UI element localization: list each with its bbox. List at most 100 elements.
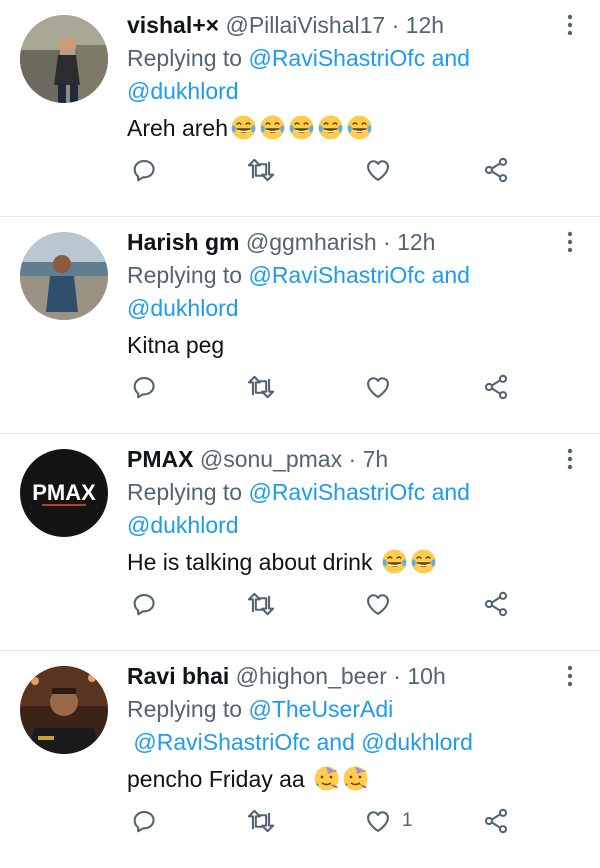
tweet-actions	[128, 152, 518, 188]
mention-link[interactable]: @dukhlord	[361, 729, 473, 755]
face-with-tears-of-joy-icon	[318, 115, 343, 140]
display-name[interactable]: vishal+×	[127, 12, 219, 38]
retweet-button[interactable]	[246, 803, 276, 839]
mention-link[interactable]: @dukhlord	[127, 295, 239, 321]
separator-dot: ·	[391, 12, 400, 38]
retweet-icon	[247, 158, 275, 182]
tweet-text: Areh areh	[127, 111, 560, 145]
tweet-text: He is talking about drink	[127, 545, 560, 579]
more-icon[interactable]	[566, 448, 574, 470]
reply-button[interactable]	[130, 803, 158, 839]
tweet-header: Ravi bhai @highon_beer · 10h	[127, 659, 560, 693]
replying-to: Replying to @RaviShastriOfc and @dukhlor…	[127, 259, 560, 325]
separator-dot: ·	[348, 446, 357, 472]
tweet-header: PMAX @sonu_pmax · 7h	[127, 442, 560, 476]
tweet-body: vishal+× @PillaiVishal17 · 12h Replying …	[127, 8, 560, 145]
reply-button[interactable]	[130, 152, 158, 188]
emoji-group	[379, 549, 437, 575]
mention-link[interactable]: @TheUserAdi	[248, 696, 393, 722]
tweet-text-content: Areh areh	[127, 115, 229, 141]
tweet-body: PMAX @sonu_pmax · 7h Replying to @RaviSh…	[127, 442, 560, 579]
retweet-button[interactable]	[246, 586, 276, 622]
reply-button[interactable]	[130, 586, 158, 622]
reply-feed: vishal+× @PillaiVishal17 · 12h Replying …	[0, 0, 600, 868]
display-name[interactable]: Ravi bhai	[127, 663, 229, 689]
mention-separator: and	[310, 729, 362, 755]
timestamp[interactable]: 10h	[407, 663, 445, 689]
share-button[interactable]	[482, 152, 510, 188]
face-with-tears-of-joy-icon	[347, 115, 372, 140]
reply-button[interactable]	[130, 369, 158, 405]
replying-prefix: Replying to	[127, 479, 243, 505]
share-icon	[484, 374, 508, 400]
reply-icon	[133, 159, 155, 182]
avatar[interactable]: PMAX	[20, 449, 108, 537]
mention-separator: and	[425, 479, 470, 505]
username[interactable]: @highon_beer	[236, 663, 387, 689]
face-with-tears-of-joy-icon	[260, 115, 285, 140]
face-with-tears-of-joy-icon	[411, 549, 436, 574]
username[interactable]: @sonu_pmax	[200, 446, 342, 472]
like-button[interactable]: 1	[364, 803, 413, 839]
timestamp[interactable]: 7h	[363, 446, 389, 472]
heart-icon	[367, 377, 389, 398]
face-with-tears-of-joy-icon	[382, 549, 407, 574]
tweet[interactable]: vishal+× @PillaiVishal17 · 12h Replying …	[0, 0, 600, 217]
replying-prefix: Replying to	[127, 45, 243, 71]
timestamp[interactable]: 12h	[406, 12, 444, 38]
like-button[interactable]	[364, 152, 402, 188]
mention-link[interactable]: @dukhlord	[127, 512, 239, 538]
display-name[interactable]: PMAX	[127, 446, 193, 472]
tweet-actions	[128, 369, 518, 405]
tweet[interactable]: Ravi bhai @highon_beer · 10h Replying to…	[0, 651, 600, 868]
heart-icon	[367, 811, 389, 832]
reply-icon	[133, 376, 155, 399]
timestamp[interactable]: 12h	[397, 229, 435, 255]
mention-link[interactable]: @RaviShastriOfc	[248, 262, 425, 288]
tweet[interactable]: PMAX PMAX @sonu_pmax · 7h Replying to @R…	[0, 434, 600, 651]
tweet-body: Ravi bhai @highon_beer · 10h Replying to…	[127, 659, 560, 796]
retweet-icon	[247, 809, 275, 833]
tweet[interactable]: Harish gm @ggmharish · 12h Replying to @…	[0, 217, 600, 434]
like-button[interactable]	[364, 586, 402, 622]
username[interactable]: @PillaiVishal17	[225, 12, 385, 38]
emoji-group	[311, 766, 369, 792]
share-button[interactable]	[482, 369, 510, 405]
tweet-text-content: He is talking about drink	[127, 549, 379, 575]
mention-separator: and	[425, 45, 470, 71]
avatar[interactable]	[20, 666, 108, 754]
replying-to: Replying to @RaviShastriOfc and @dukhlor…	[127, 476, 560, 542]
avatar-logo-text: PMAX	[32, 480, 96, 505]
mention-link[interactable]: @RaviShastriOfc	[133, 729, 310, 755]
mention-separator: and	[425, 262, 470, 288]
username[interactable]: @ggmharish	[246, 229, 377, 255]
share-icon	[484, 157, 508, 183]
separator-dot: ·	[383, 229, 391, 255]
display-name[interactable]: Harish gm	[127, 229, 239, 255]
share-button[interactable]	[482, 586, 510, 622]
replying-to: Replying to @RaviShastriOfc and @dukhlor…	[127, 42, 560, 108]
like-button[interactable]	[364, 369, 402, 405]
retweet-icon	[247, 375, 275, 399]
retweet-button[interactable]	[246, 152, 276, 188]
tweet-text: Kitna peg	[127, 328, 560, 362]
avatar[interactable]	[20, 15, 108, 103]
more-icon[interactable]	[566, 231, 574, 253]
more-icon[interactable]	[566, 665, 574, 687]
share-button[interactable]	[482, 803, 510, 839]
tweet-body: Harish gm @ggmharish · 12h Replying to @…	[127, 225, 560, 362]
heart-icon	[367, 160, 389, 181]
partying-face-icon	[314, 766, 339, 791]
more-icon[interactable]	[566, 14, 574, 36]
replying-prefix: Replying to	[127, 696, 243, 722]
mention-link[interactable]: @RaviShastriOfc	[248, 45, 425, 71]
avatar[interactable]	[20, 232, 108, 320]
separator-dot: ·	[393, 663, 401, 689]
replying-to: Replying to @TheUserAdi @RaviShastriOfc …	[127, 693, 560, 759]
tweet-text-content: pencho Friday aa	[127, 766, 312, 792]
mention-link[interactable]: @dukhlord	[127, 78, 239, 104]
retweet-button[interactable]	[246, 369, 276, 405]
like-count: 1	[402, 810, 413, 831]
mention-link[interactable]: @RaviShastriOfc	[248, 479, 425, 505]
retweet-icon	[247, 592, 275, 616]
